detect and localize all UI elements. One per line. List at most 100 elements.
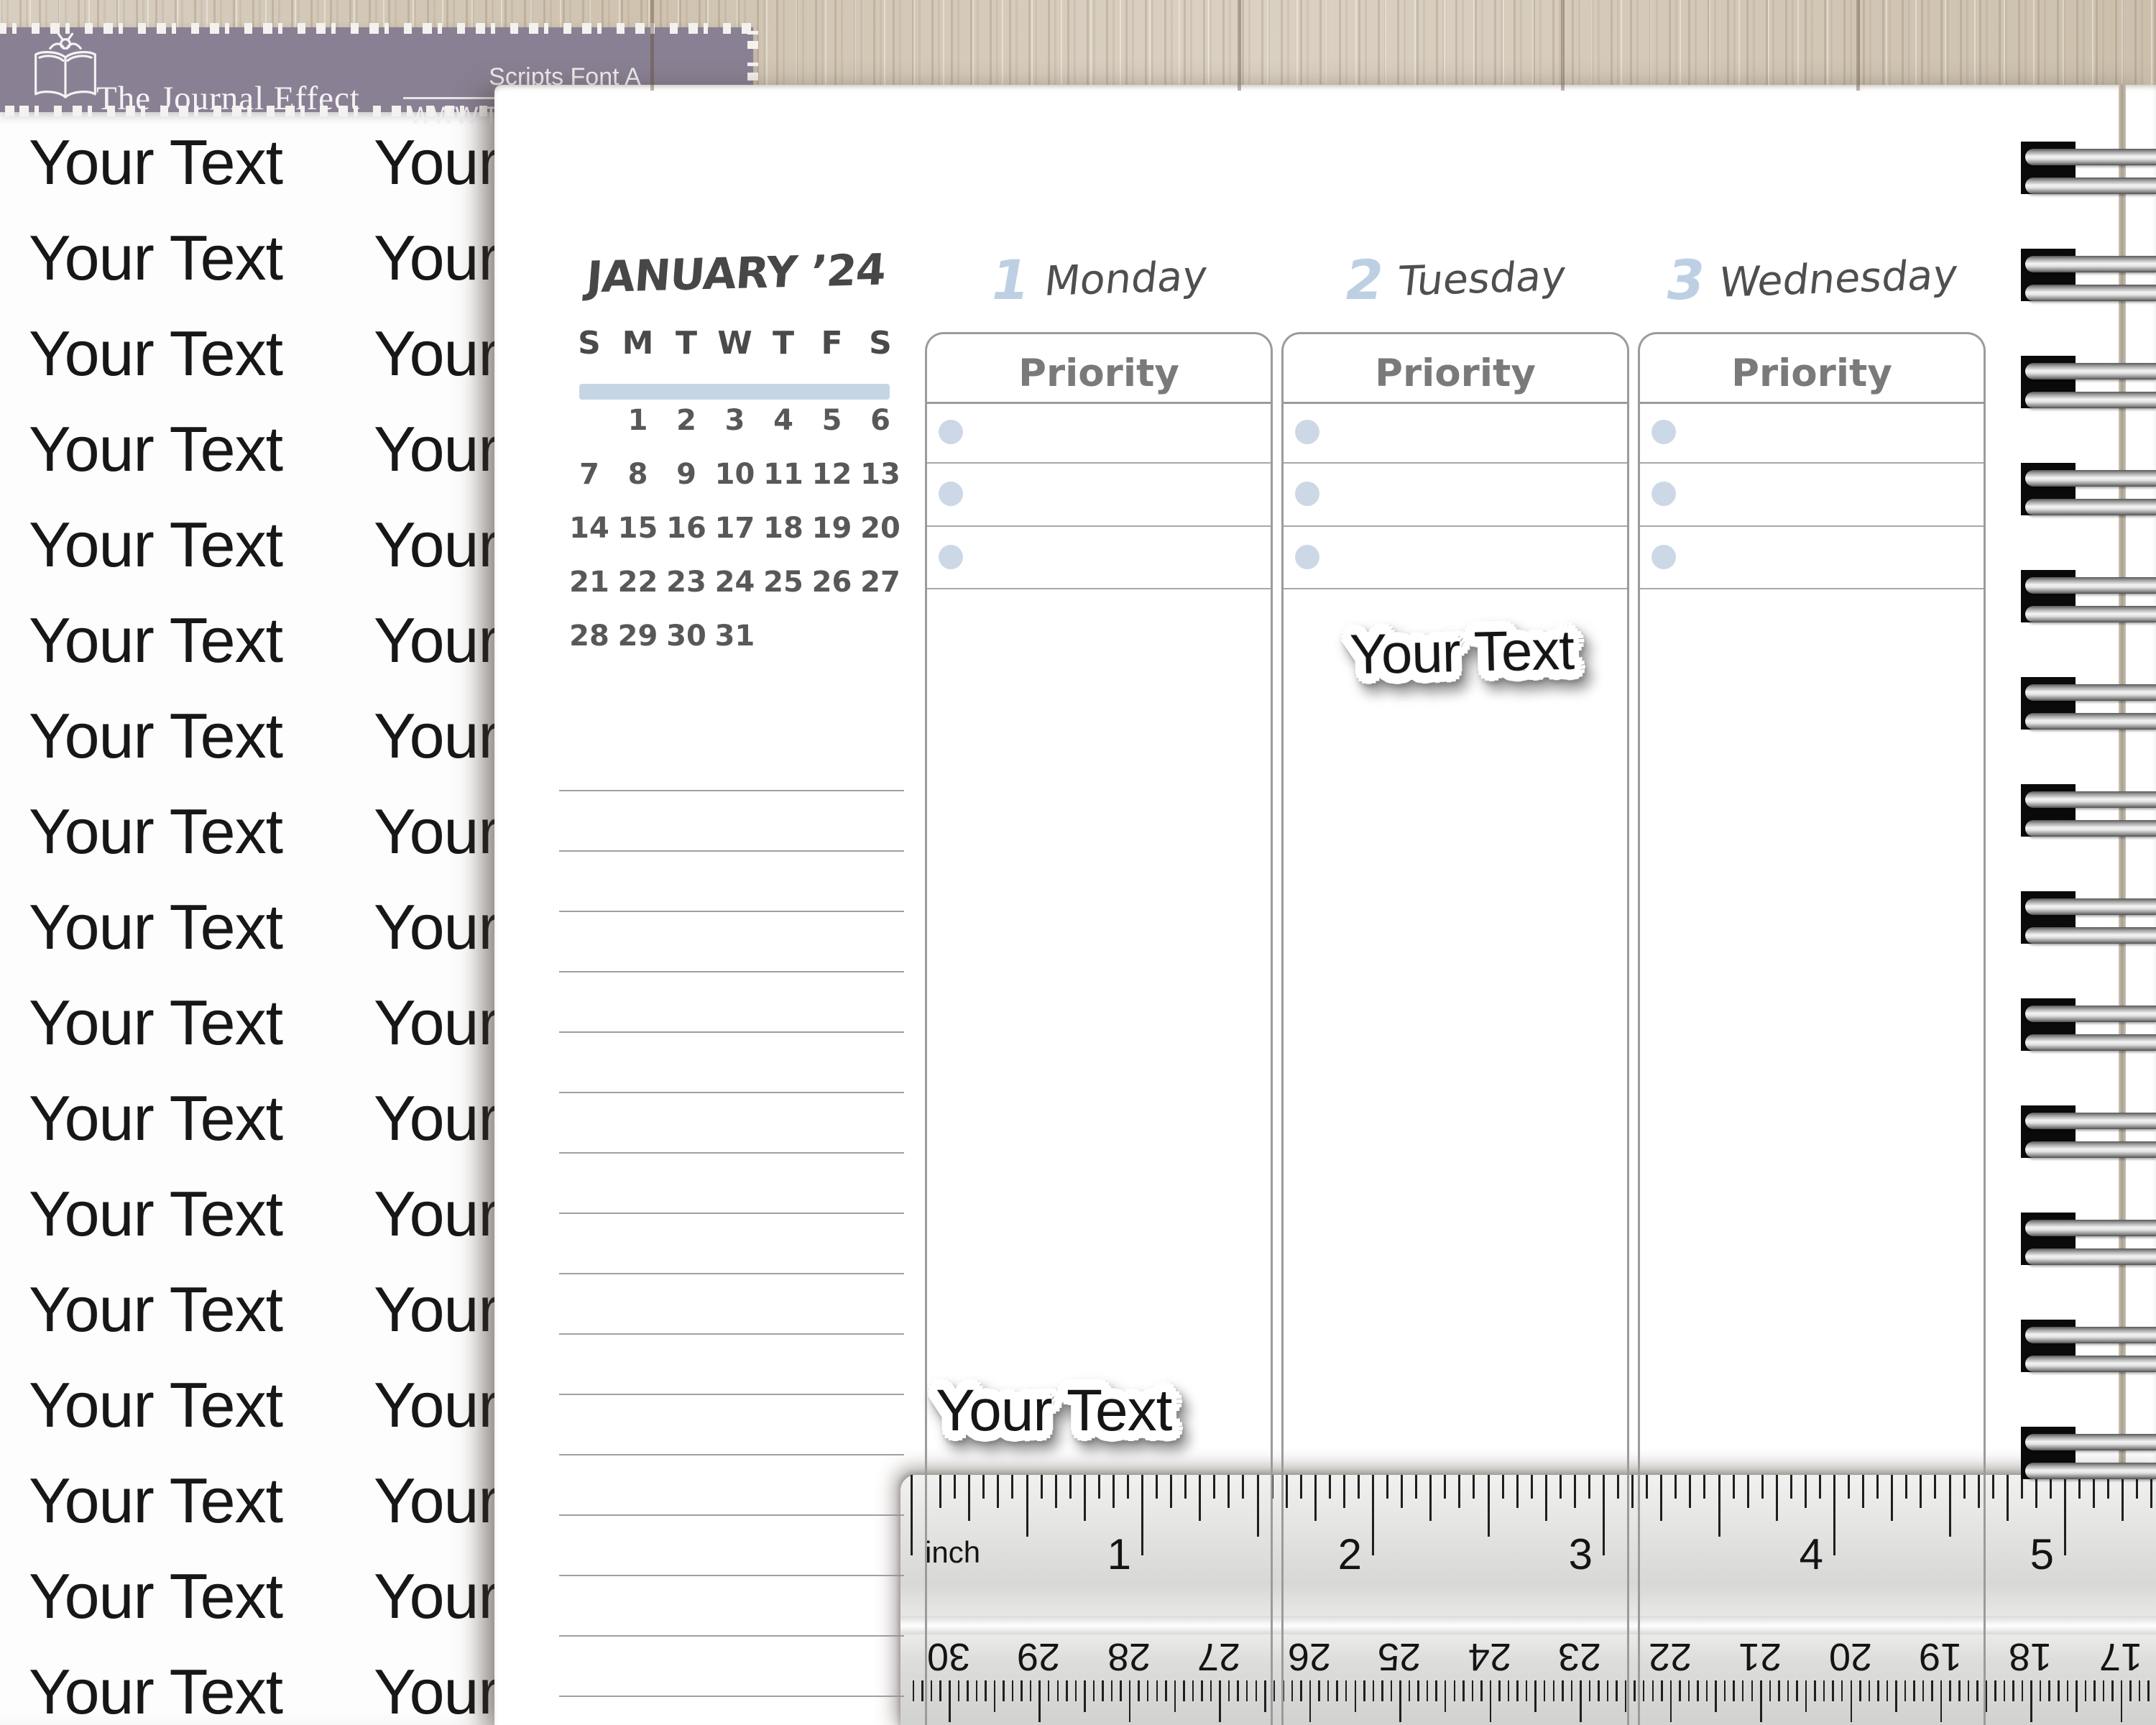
binding-wire-icon xyxy=(2025,1356,2156,1372)
calendar-date-cell: 8 xyxy=(617,458,660,491)
ruler-inch-tick xyxy=(2007,1475,2009,1521)
calendar-weekday-letter: S xyxy=(859,325,902,362)
ruler-cm-tick xyxy=(2004,1680,2006,1701)
sheet-sticker-text: Your Text xyxy=(29,1177,282,1251)
priority-box: Priority xyxy=(1281,332,1629,1725)
sheet-sticker-text: Your Text xyxy=(29,1655,282,1725)
ruler-cm-tick xyxy=(2048,1680,2050,1701)
ruler-inch-tick xyxy=(2035,1475,2037,1508)
calendar-date-cell: 28 xyxy=(568,620,611,653)
priority-row-line xyxy=(1284,588,1627,589)
wood-plank-seam xyxy=(650,0,654,91)
sheet-sticker-text: Your Text xyxy=(29,604,282,677)
calendar-date-cell: 29 xyxy=(617,620,660,653)
binding-wire-icon xyxy=(2025,1006,2156,1022)
calendar-date-cell: 16 xyxy=(665,512,708,545)
wood-plank-seam xyxy=(1238,0,1241,91)
ruler-cm-tick xyxy=(1986,1680,1988,1712)
day-name: Tuesday xyxy=(1396,256,1568,303)
calendar-date-cell: 19 xyxy=(811,512,854,545)
notes-line xyxy=(559,1273,904,1274)
calendar-weekday-letter: T xyxy=(665,325,708,362)
ruler-cm-tick xyxy=(1994,1680,1996,1701)
priority-header-line xyxy=(1640,402,1984,404)
calendar-date-cell: 27 xyxy=(859,566,902,599)
ruler-cm-tick xyxy=(2030,1680,2032,1722)
calendar-divider-bar xyxy=(579,384,890,400)
calendar-weekday-letter: T xyxy=(762,325,805,362)
binding-wire-icon xyxy=(2025,1327,2156,1343)
priority-box: Priority xyxy=(925,332,1273,1725)
sheet-sticker-text: Your Text xyxy=(29,795,282,868)
notes-line xyxy=(559,790,904,791)
sheet-sticker-text: Your Text xyxy=(29,221,282,295)
ruler-cm-tick xyxy=(2058,1680,2060,1701)
notes-line xyxy=(559,850,904,852)
sheet-sticker-text: Your Text xyxy=(29,317,282,390)
binding-wire-icon xyxy=(2025,392,2156,408)
ruler-cm-tick xyxy=(2139,1680,2141,1701)
calendar-weekday-letter: M xyxy=(617,325,660,362)
binding-wire-icon xyxy=(2025,577,2156,594)
priority-row-line xyxy=(927,462,1271,464)
calendar-date-cell: 6 xyxy=(859,404,902,437)
day-header: 2Tuesday xyxy=(1281,253,1629,308)
calendar-weekday-letter: W xyxy=(714,325,757,362)
binding-wire-icon xyxy=(2025,285,2156,301)
day-header: 1Monday xyxy=(925,253,1273,308)
calendar-date-cell: 31 xyxy=(714,620,757,653)
product-photo-canvas: Your Text Your Text Your Text Your Text Your… xyxy=(0,0,2156,1725)
binding-wire-icon xyxy=(2025,1034,2156,1051)
bullet-dot-icon xyxy=(939,545,963,569)
priority-row-line xyxy=(927,525,1271,527)
binding-wire-icon xyxy=(2025,927,2156,944)
calendar-date-cell: 20 xyxy=(859,512,902,545)
notes-line xyxy=(559,971,904,972)
notes-line xyxy=(559,1333,904,1335)
bullet-dot-icon xyxy=(1295,482,1319,506)
bullet-dot-icon xyxy=(939,482,963,506)
ruler-inch-tick xyxy=(2093,1475,2095,1508)
priority-box: Priority xyxy=(1638,332,1986,1725)
priority-row-line xyxy=(1284,525,1627,527)
calendar-weekday-letter: S xyxy=(568,325,611,362)
notes-line xyxy=(559,1394,904,1395)
wood-plank-seam xyxy=(1856,0,1860,91)
calendar-date-cell: 2 xyxy=(665,404,708,437)
binding-wire-icon xyxy=(2025,1141,2156,1158)
ruler-cm-tick xyxy=(2103,1680,2105,1701)
ruler-inch-tick xyxy=(2122,1475,2124,1521)
ruler-cm-tick xyxy=(2022,1680,2024,1701)
calendar-date-cell: 30 xyxy=(665,620,708,653)
sheet-sticker-text: Your Text xyxy=(29,699,282,773)
bullet-dot-icon xyxy=(1295,420,1319,444)
calendar-date-cell: 3 xyxy=(714,404,757,437)
priority-section-label: Priority xyxy=(1640,351,1984,395)
binding-wire-icon xyxy=(2025,791,2156,808)
calendar-weekday-letter: F xyxy=(811,325,854,362)
sheet-sticker-text: Your Text xyxy=(29,986,282,1059)
binding-wire-icon xyxy=(2025,1463,2156,1479)
binding-wire-icon xyxy=(2025,1220,2156,1236)
calendar-date-cell: 1 xyxy=(617,404,660,437)
bullet-dot-icon xyxy=(1651,420,1676,444)
sheet-sticker-text: Your Text xyxy=(29,126,282,199)
binding-wire-icon xyxy=(2025,898,2156,915)
binding-wire-icon xyxy=(2025,499,2156,515)
priority-row-line xyxy=(927,588,1271,589)
binding-wire-icon xyxy=(2025,606,2156,622)
ruler-inch-tick xyxy=(2150,1475,2152,1508)
binding-wire-icon xyxy=(2025,178,2156,194)
binding-wire-icon xyxy=(2025,470,2156,487)
bullet-dot-icon xyxy=(939,420,963,444)
priority-header-line xyxy=(1284,402,1627,404)
ruler-cm-tick xyxy=(2012,1680,2014,1701)
day-name: Wednesday xyxy=(1718,254,1960,303)
calendar-date-cell: 11 xyxy=(762,458,805,491)
priority-row-line xyxy=(1640,462,1984,464)
sheet-sticker-text: Your Text xyxy=(29,1082,282,1155)
ruler-cm-tick xyxy=(1634,1680,1636,1701)
calendar-date-cell: 26 xyxy=(811,566,854,599)
day-number: 3 xyxy=(1662,253,1709,308)
notes-line xyxy=(559,1092,904,1093)
